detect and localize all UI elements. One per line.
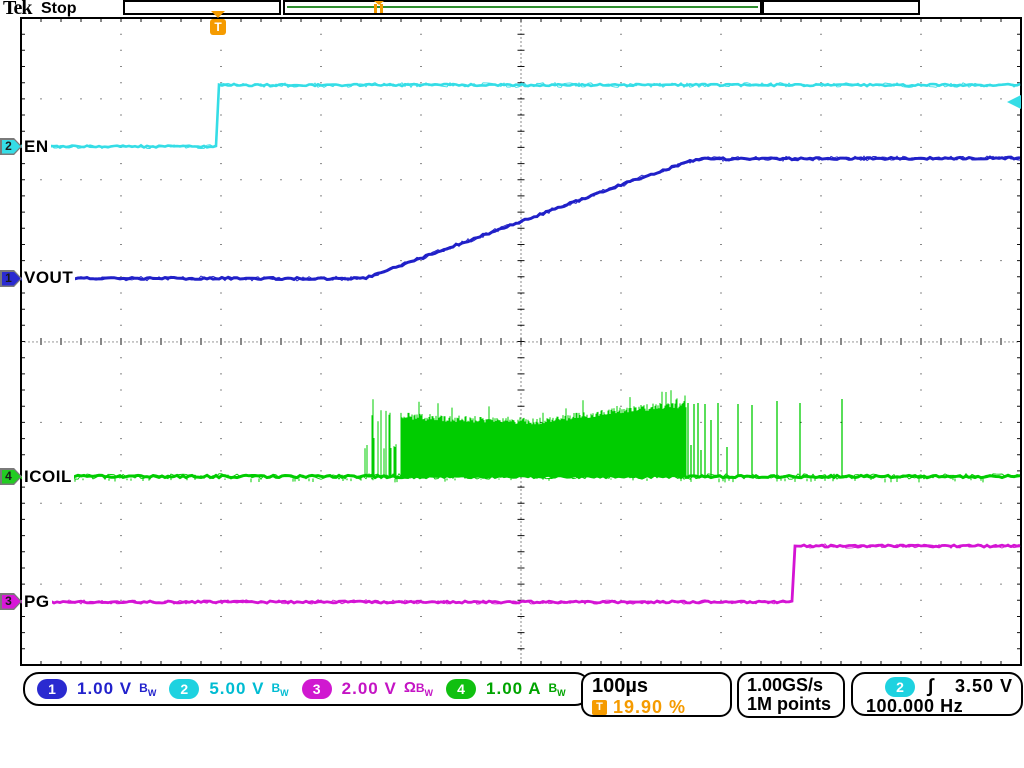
channel-2-readout: 2 5.00 V BW (169, 679, 288, 699)
timebase-readout: 100µs T 19.90 % (581, 672, 732, 717)
sample-rate: 1.00GS/s (739, 676, 843, 695)
rising-edge-icon: ∫ (928, 678, 933, 696)
trigger-level-arrow-icon (1007, 95, 1021, 109)
record-length: 1M points (739, 695, 843, 714)
channel-4-badge: 4 (446, 679, 476, 699)
channel-2-position-marker: 2 (0, 138, 22, 155)
trigger-t-icon: T (592, 700, 607, 715)
channel-4-scale: 1.00 A (486, 679, 541, 699)
waveform-label-icoil: ICOIL (22, 467, 74, 486)
waveform-label-pg: PG (22, 592, 52, 611)
timebase-value: 100µs (583, 675, 730, 696)
channel-3-badge: 3 (302, 679, 332, 699)
impedance-bandwidth-icon: ΩBW (404, 679, 433, 698)
channel-1-scale: 1.00 V (77, 679, 132, 699)
channel-3-readout: 3 2.00 V ΩBW (302, 679, 433, 699)
channel-3-position-marker: 3 (0, 593, 22, 610)
bandwidth-limit-icon: BW (271, 679, 288, 698)
channel-2-scale: 5.00 V (209, 679, 264, 699)
channel-1-badge: 1 (37, 679, 67, 699)
bandwidth-limit-icon: BW (139, 679, 156, 698)
channel-3-scale: 2.00 V (342, 679, 397, 699)
channel-2-badge: 2 (169, 679, 199, 699)
trigger-position-percent: 19.90 % (613, 697, 686, 718)
acquisition-readout: 1.00GS/s 1M points (737, 672, 845, 718)
trigger-position-flag-icon: T (210, 19, 226, 35)
trigger-source-badge: 2 (885, 677, 915, 697)
trigger-level-value: 3.50 V (955, 676, 1013, 697)
trigger-readout: 2 ∫ 3.50 V 100.000 Hz (851, 672, 1023, 716)
trigger-position-arrow-icon (211, 11, 225, 18)
channel-1-position-marker: 1 (0, 270, 22, 287)
waveform-label-vout: VOUT (22, 268, 75, 287)
channel-scale-readouts: 1 1.00 V BW 2 5.00 V BW 3 2.00 V ΩBW 4 1… (23, 672, 591, 706)
waveform-label-en: EN (22, 137, 51, 156)
channel-1-readout: 1 1.00 V BW (37, 679, 156, 699)
bandwidth-limit-icon: BW (548, 679, 565, 698)
waveform-display (0, 0, 1024, 768)
channel-4-readout: 4 1.00 A BW (446, 679, 566, 699)
channel-4-position-marker: 4 (0, 468, 22, 485)
trigger-frequency: 100.000 Hz (853, 697, 1021, 716)
